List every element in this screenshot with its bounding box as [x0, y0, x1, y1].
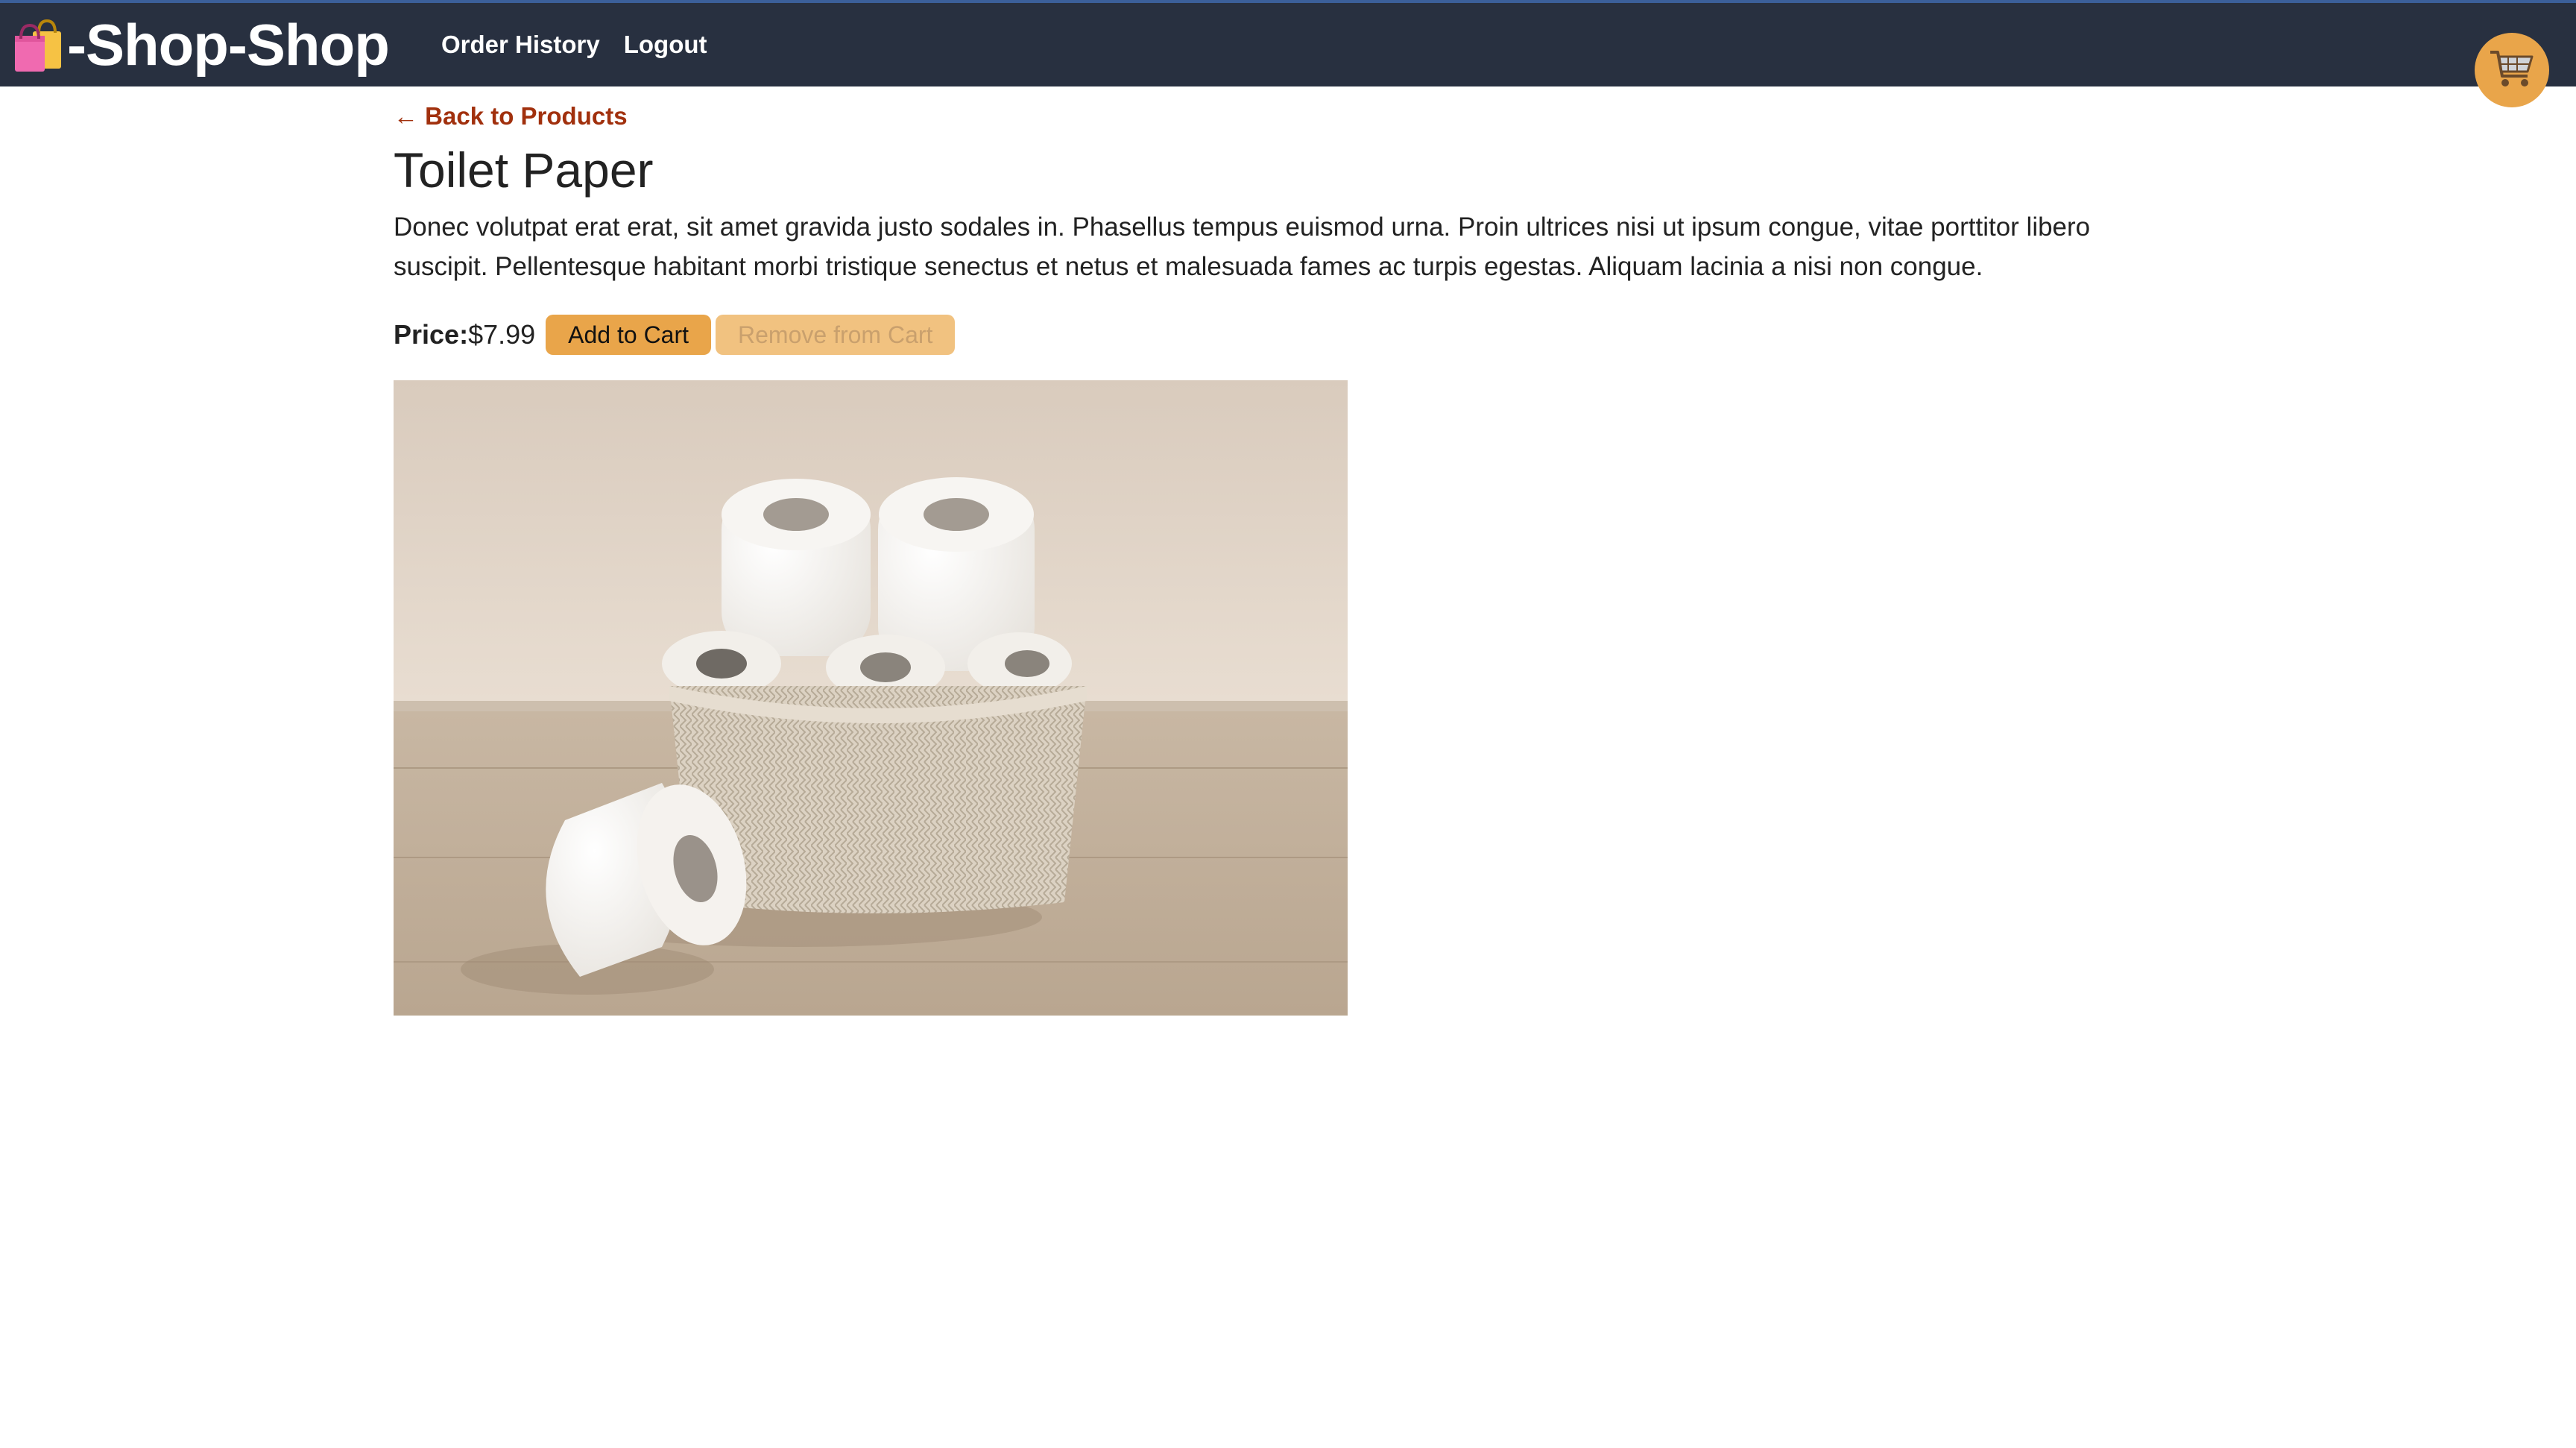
remove-from-cart-button[interactable]: Remove from Cart — [716, 315, 956, 355]
back-to-products-link[interactable]: ← Back to Products — [394, 101, 628, 131]
product-description: Donec volutpat erat erat, sit amet gravi… — [394, 213, 2091, 281]
page: -Shop-Shop Order History Logout ← Back t… — [0, 0, 2576, 1448]
price-row: Price: $7.99 Add to Cart Remove from Car… — [394, 315, 959, 355]
navbar: -Shop-Shop Order History Logout — [0, 0, 2576, 86]
product-image — [394, 380, 1348, 1016]
nav-order-history[interactable]: Order History — [441, 30, 600, 60]
price-value: $7.99 — [468, 319, 536, 350]
brand-title: -Shop-Shop — [67, 12, 390, 78]
product-title: Toilet Paper — [394, 142, 654, 198]
main-nav: Order History Logout — [441, 30, 707, 60]
shopping-cart-icon — [2489, 48, 2535, 93]
shopping-bags-icon — [10, 15, 66, 75]
price-label: Price: — [394, 319, 469, 350]
nav-logout[interactable]: Logout — [624, 30, 707, 60]
add-to-cart-button[interactable]: Add to Cart — [546, 315, 712, 355]
cart-button[interactable] — [2475, 33, 2549, 107]
brand-logo-link[interactable]: -Shop-Shop — [10, 7, 390, 82]
